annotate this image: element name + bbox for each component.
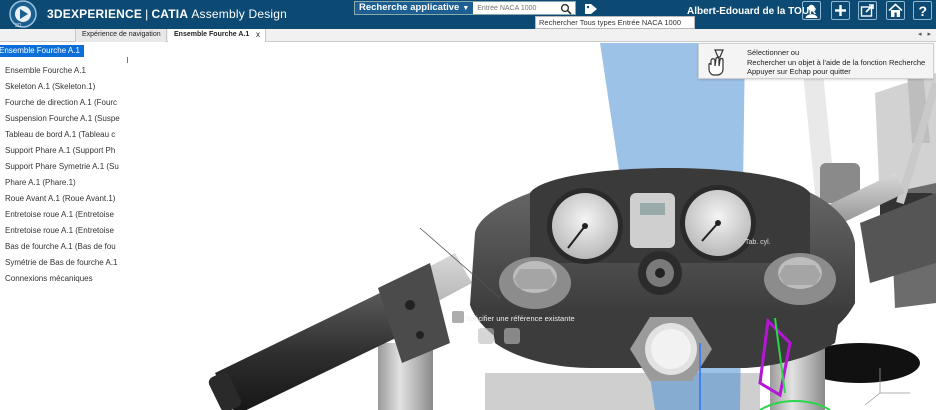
- home-icon[interactable]: [886, 1, 905, 20]
- add-icon[interactable]: [831, 1, 850, 20]
- tree-node[interactable]: Skeleton A.1 (Skeleton.1): [5, 82, 125, 91]
- tab-ensemble-fourche[interactable]: Ensemble Fourche A.1 x: [168, 29, 266, 42]
- tooltip-line-2: Rechercher un objet à l'aide de la fonct…: [747, 57, 926, 67]
- brand-label: 3DEXPERIENCE: [47, 7, 143, 21]
- tree-node[interactable]: Entretoise roue A.1 (Entretoise: [5, 210, 125, 219]
- tree-node[interactable]: Suspension Fourche A.1 (Suspe: [5, 114, 125, 123]
- search-input[interactable]: [473, 4, 574, 12]
- user-name[interactable]: Albert-Edouard de la TOUR: [687, 6, 816, 17]
- tree-node[interactable]: Symétrie de Bas de fourche A.1: [5, 258, 125, 267]
- tree-node[interactable]: Support Phare Symetrie A.1 (Su: [5, 162, 125, 171]
- tree-node[interactable]: Fourche de direction A.1 (Fourc: [5, 98, 125, 107]
- user-icon[interactable]: [802, 1, 821, 20]
- tree-node[interactable]: Connexions mécaniques: [5, 274, 125, 283]
- top-bar: 3D 3DEXPERIENCE | CATIA Assembly Design Re…: [0, 0, 936, 29]
- tree-root-node[interactable]: Ensemble Fourche A.1: [0, 45, 84, 57]
- tree-connector: [127, 57, 128, 63]
- help-icon[interactable]: ?: [913, 1, 932, 20]
- share-icon[interactable]: [858, 1, 877, 20]
- 3d-viewport[interactable]: Spécifier une référence existante Tab. c…: [0, 43, 936, 410]
- tree-node[interactable]: Phare A.1 (Phare.1): [5, 178, 125, 187]
- close-icon[interactable]: x: [256, 29, 260, 41]
- catia-window: 3D 3DEXPERIENCE | CATIA Assembly Design Re…: [0, 0, 936, 410]
- caret-down-icon: ▼: [462, 5, 470, 12]
- gauge-tag: Tab. cyl.: [745, 239, 771, 246]
- module-label: Assembly Design: [191, 7, 288, 21]
- search-scope-label: Recherche applicative: [359, 2, 460, 13]
- app-title: 3DEXPERIENCE | CATIA Assembly Design: [47, 7, 287, 21]
- selection-tooltip: Sélectionner ou Rechercher un objet à l'…: [698, 43, 934, 79]
- tooltip-line-1: Sélectionner ou: [747, 48, 800, 57]
- tooltip-line-3: Appuyer sur Echap pour quitter: [747, 67, 851, 76]
- svg-text:?: ?: [919, 3, 928, 19]
- tab-bar: Expérience de navigation Ensemble Fourch…: [0, 29, 936, 42]
- product-label: CATIA: [151, 7, 188, 21]
- viewport-hint: Spécifier une référence existante: [465, 314, 575, 323]
- select-cursor-icon: [703, 47, 733, 77]
- tab-scroll-arrows[interactable]: ◂ ▸: [918, 30, 933, 38]
- title-separator: |: [145, 7, 149, 21]
- compass-icon[interactable]: 3D: [2, 0, 44, 29]
- tab-label: Ensemble Fourche A.1: [174, 31, 250, 38]
- tree-node[interactable]: Entretoise roue A.1 (Entretoise: [5, 226, 125, 235]
- tree-node[interactable]: Bas de fourche A.1 (Bas de fou: [5, 242, 125, 251]
- search-scope-dropdown[interactable]: Recherche applicative ▼: [355, 2, 474, 14]
- tree-node[interactable]: Support Phare A.1 (Support Ph: [5, 146, 125, 155]
- tab-label: Expérience de navigation: [82, 31, 161, 38]
- tree-node[interactable]: Roue Avant A.1 (Roue Avant.1): [5, 194, 125, 203]
- search-icon[interactable]: [560, 2, 572, 15]
- tree-node[interactable]: Tableau de bord A.1 (Tableau c: [5, 130, 125, 139]
- search-bar: Recherche applicative ▼: [354, 1, 576, 15]
- search-tooltip: Rechercher Tous types Entrée NACA 1000: [535, 16, 695, 29]
- motorcycle-fork-model[interactable]: [0, 43, 936, 410]
- tag-icon[interactable]: [584, 2, 598, 14]
- tab-navigation-experience[interactable]: Expérience de navigation: [75, 29, 167, 42]
- tree-node[interactable]: Ensemble Fourche A.1: [5, 66, 125, 75]
